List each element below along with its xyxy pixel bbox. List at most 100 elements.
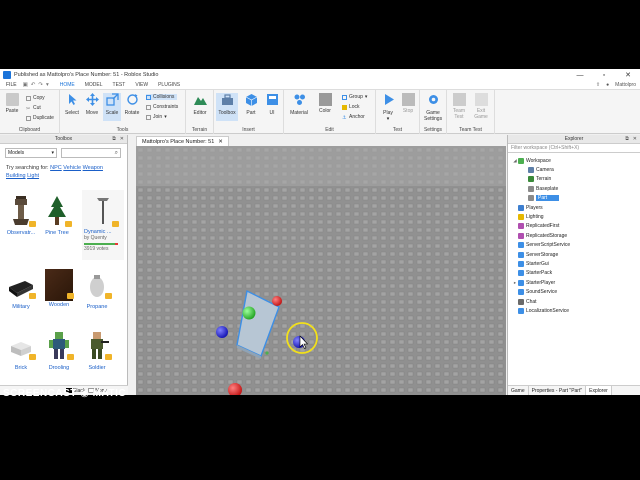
terrain-editor-button[interactable]: Editor [191,93,209,116]
explorer-item-serverstorage[interactable]: ServerStorage [508,250,640,259]
file-menu[interactable]: FILE [0,82,23,88]
explorer-item-terrain[interactable]: Terrain [508,175,640,184]
explorer-item-workspace[interactable]: ◢ Workspace [508,156,640,165]
explorer-item-label: Baseplate [536,185,559,192]
exit-game-button[interactable]: Exit Game [472,93,490,120]
game-settings-button[interactable]: Game Settings [424,93,442,122]
ui-button[interactable]: UI [263,93,281,116]
explorer-item-part[interactable]: Part [508,194,640,203]
more-icon[interactable]: ▾ [46,82,49,88]
explorer-item-localizationservice[interactable]: LocalizationService [508,306,640,315]
part-button[interactable]: Part [242,93,260,116]
stop-button[interactable]: Stop [399,93,417,114]
explorer-item-serverscriptservice[interactable]: ServerScriptService [508,241,640,250]
paste-button[interactable]: Paste [3,93,21,114]
username[interactable]: Mattolpro [615,82,636,88]
explorer-item-chat[interactable]: Chat [508,297,640,306]
explorer-panel: Explorer ⧉ ✕ Filter workspace (Ctrl+Shift… [507,135,640,395]
tab-home[interactable]: HOME [55,81,80,90]
viewport-tab[interactable]: Mattolpro's Place Number: 51 ✕ [136,136,229,146]
tab-game[interactable]: Game [508,386,529,395]
pin-icon[interactable]: ⧉ [112,136,116,142]
insert-group: Toolbox Part UI Insert [214,90,284,134]
close-icon[interactable]: ✕ [633,136,637,142]
explorer-item-label: Chat [526,298,537,305]
collisions-toggle[interactable]: Collisions [146,94,178,100]
serverstorage-icon [518,251,524,258]
explorer-item-soundservice[interactable]: SoundService [508,287,640,296]
toolbox-button[interactable]: Toolbox [216,93,238,121]
chevron-down-icon[interactable]: ▾ [164,114,167,120]
explorer-item-lighting[interactable]: Lighting [508,212,640,221]
suggestion-npc[interactable]: NPC [50,165,62,171]
toolbox-item-observatory[interactable]: Observatr... [2,195,40,236]
suggestion-vehicle[interactable]: Vehicle [63,165,81,171]
join-toggle[interactable]: Join ▾ [146,114,167,120]
toolbox-search-input[interactable]: ⌕ [61,148,121,158]
constraints-toggle[interactable]: Constraints [146,104,178,110]
pin-icon[interactable]: ⧉ [625,136,629,142]
toolbox-item-brick[interactable]: Brick [2,330,40,371]
explorer-filter-input[interactable]: Filter workspace (Ctrl+Shift+X) [508,144,640,153]
toolbox-item-military[interactable]: Military [2,269,40,310]
close-icon[interactable]: ✕ [218,139,223,145]
maximize-button[interactable]: ▫ [592,69,616,81]
toolbox-item-propane[interactable]: Propane [78,269,116,310]
close-button[interactable]: ✕ [616,69,640,81]
tab-view[interactable]: VIEW [130,81,153,90]
tab-test[interactable]: TEST [108,81,131,90]
group-button[interactable]: Group ▾ [342,94,367,100]
lock-button[interactable]: Lock [342,104,360,110]
search-icon[interactable]: ⌕ [115,150,118,157]
explorer-item-starterplayer[interactable]: ▸ StarterPlayer [508,278,640,287]
chevron-down-icon[interactable]: ▾ [379,116,397,122]
anchor-icon: ⚓ [342,114,347,121]
material-button[interactable]: Material [290,93,308,116]
play-button[interactable]: Play ▾ [379,93,397,122]
duplicate-button[interactable]: Duplicate [26,115,54,121]
anchor-button[interactable]: ⚓ Anchor [342,114,365,121]
undo-icon[interactable]: ↶ [31,82,36,88]
tab-plugins[interactable]: PLUGINS [153,81,185,90]
save-icon[interactable]: ▣ [23,82,28,88]
toolbox-item-pine-tree[interactable]: Pine Tree [38,195,76,236]
vote-bar [84,243,118,245]
move-button[interactable]: Move [83,93,101,116]
scale-button[interactable]: Scale [103,93,121,121]
category-select[interactable]: Models ▾ [5,148,57,158]
settings-group: Game Settings Settings [420,90,447,134]
toolbox-item-drooling[interactable]: Drooling [40,330,78,371]
select-button[interactable]: Select [63,93,81,116]
copy-button[interactable]: Copy [26,95,45,101]
explorer-item-baseplate[interactable]: Baseplate [508,184,640,193]
toolbox-item-wooden[interactable]: Wooden [40,269,78,308]
explorer-item-replicatedfirst[interactable]: ReplicatedFirst [508,222,640,231]
toolbox-item-dynamic[interactable]: Dynamic ... by Quenty 3919 votes [82,190,124,260]
suggestion-building[interactable]: Building [6,173,26,179]
explorer-item-label: StarterGui [526,260,549,267]
cut-button[interactable]: ✂ Cut [26,105,41,112]
chevron-down-icon[interactable]: ▾ [365,94,368,100]
explorer-item-players[interactable]: Players [508,203,640,212]
explorer-item-label: ReplicatedFirst [526,223,560,230]
3d-viewport[interactable] [136,146,506,395]
close-icon[interactable]: ✕ [120,136,124,142]
explorer-item-startergui[interactable]: StarterGui [508,259,640,268]
rotate-button[interactable]: Rotate [123,93,141,116]
chat-icon [518,298,524,305]
explorer-item-replicatedstorage[interactable]: ReplicatedStorage [508,231,640,240]
user-icon[interactable]: ● [606,82,609,88]
suggestion-light[interactable]: Light [27,173,39,179]
redo-icon[interactable]: ↷ [38,82,43,88]
tab-properties[interactable]: Properties - Part "Part" [529,386,587,395]
team-test-button[interactable]: Team Test [450,93,468,120]
tab-model[interactable]: MODEL [80,81,108,90]
minimize-button[interactable]: — [568,69,592,81]
tab-explorer[interactable]: Explorer [586,386,612,395]
share-icon[interactable]: ⇪ [596,82,600,88]
suggestion-weapon[interactable]: Weapon [83,165,103,171]
explorer-item-camera[interactable]: Camera [508,165,640,174]
toolbox-item-soldier[interactable]: Soldier [78,330,116,371]
explorer-item-starterpack[interactable]: StarterPack [508,269,640,278]
color-button[interactable]: Color [316,93,334,114]
